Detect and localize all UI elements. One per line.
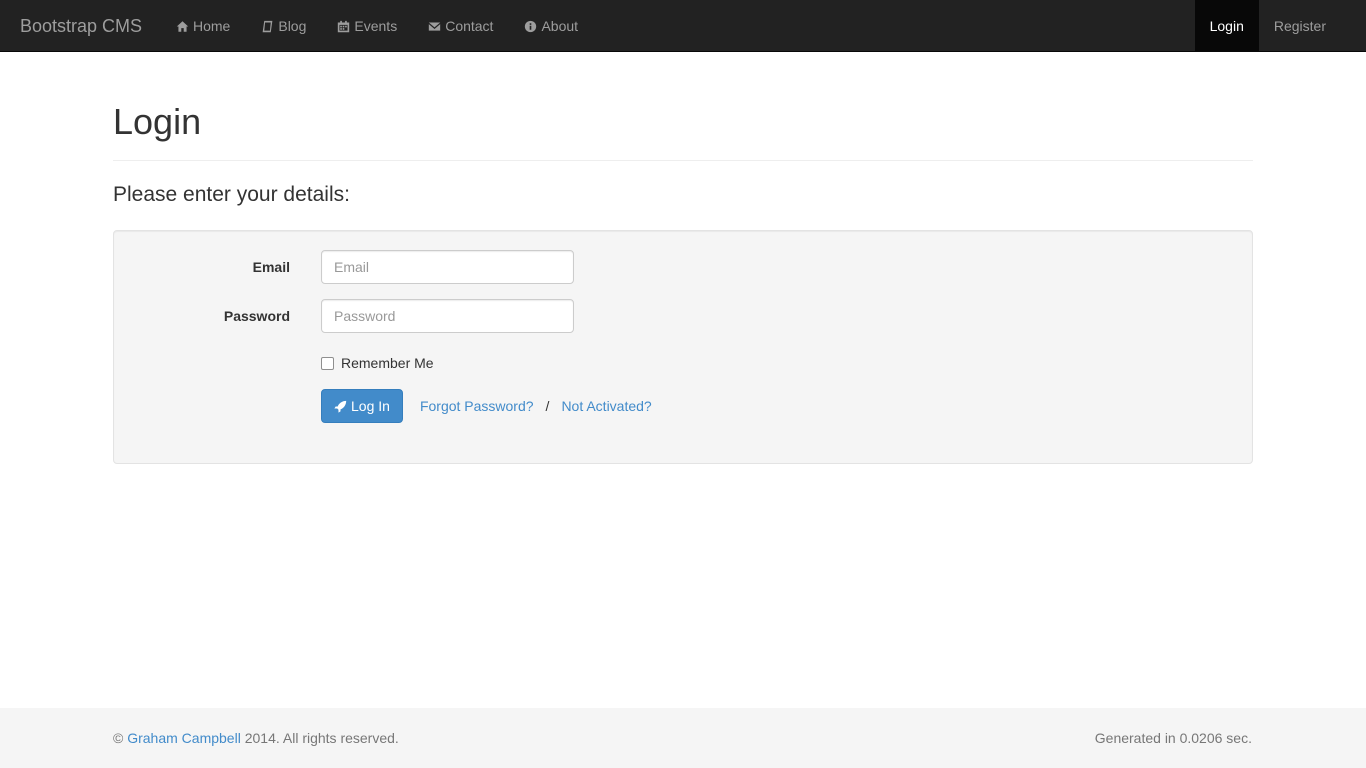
footer-copyright: © Graham Campbell 2014. All rights reser… bbox=[113, 730, 399, 746]
nav-item-login[interactable]: Login bbox=[1194, 0, 1259, 52]
nav-item-label: Contact bbox=[445, 18, 494, 34]
page-header: Login bbox=[113, 102, 1253, 161]
form-actions: Log In Forgot Password? / Not Activated? bbox=[321, 389, 652, 423]
page-lead: Please enter your details: bbox=[113, 183, 350, 206]
link-separator: / bbox=[545, 398, 550, 414]
nav-item-label: About bbox=[541, 18, 579, 34]
envelope-icon bbox=[427, 19, 441, 33]
page-footer: © Graham Campbell 2014. All rights reser… bbox=[0, 708, 1366, 768]
password-row: Password bbox=[114, 299, 1252, 333]
email-field[interactable] bbox=[321, 250, 574, 284]
info-icon bbox=[523, 19, 537, 33]
nav-item-blog[interactable]: Blog bbox=[245, 0, 321, 52]
author-link[interactable]: Graham Campbell bbox=[127, 730, 241, 746]
not-activated-link[interactable]: Not Activated? bbox=[561, 398, 651, 414]
home-icon bbox=[175, 19, 189, 33]
main-content: Login Please enter your details: Email P… bbox=[113, 52, 1253, 464]
generation-time: Generated in 0.0206 sec. bbox=[1094, 730, 1252, 746]
remember-me-label[interactable]: Remember Me bbox=[341, 355, 434, 371]
book-icon bbox=[260, 19, 274, 33]
password-field[interactable] bbox=[321, 299, 574, 333]
password-label: Password bbox=[223, 308, 290, 324]
main-nav: Home Blog Events Contact About bbox=[160, 0, 593, 52]
nav-item-label: Events bbox=[354, 18, 398, 34]
forgot-password-link[interactable]: Forgot Password? bbox=[420, 398, 534, 414]
copyright-symbol: © bbox=[113, 730, 124, 746]
remember-me-checkbox[interactable] bbox=[321, 356, 334, 370]
calendar-icon bbox=[336, 19, 350, 33]
nav-item-contact[interactable]: Contact bbox=[412, 0, 508, 52]
copyright-text: 2014. All rights reserved. bbox=[244, 730, 399, 746]
nav-item-about[interactable]: About bbox=[508, 0, 593, 52]
rocket-icon bbox=[334, 400, 347, 413]
login-button-label: Log In bbox=[351, 398, 390, 414]
nav-item-label: Blog bbox=[278, 18, 307, 34]
nav-item-events[interactable]: Events bbox=[321, 0, 412, 52]
nav-item-home[interactable]: Home bbox=[160, 0, 245, 52]
email-row: Email bbox=[114, 250, 1252, 284]
remember-me: Remember Me bbox=[321, 355, 434, 371]
brand-link[interactable]: Bootstrap CMS bbox=[20, 0, 142, 52]
login-button[interactable]: Log In bbox=[321, 389, 403, 423]
login-form-panel: Email Password Remember Me Log In Forgot… bbox=[113, 230, 1253, 464]
email-label: Email bbox=[252, 259, 290, 275]
top-navbar: Bootstrap CMS Home Blog Events Contact A… bbox=[0, 0, 1366, 52]
nav-item-register[interactable]: Register bbox=[1259, 0, 1341, 52]
auth-nav: Login Register bbox=[1194, 0, 1341, 52]
nav-item-label: Home bbox=[193, 18, 231, 34]
page-title: Login bbox=[113, 101, 202, 142]
